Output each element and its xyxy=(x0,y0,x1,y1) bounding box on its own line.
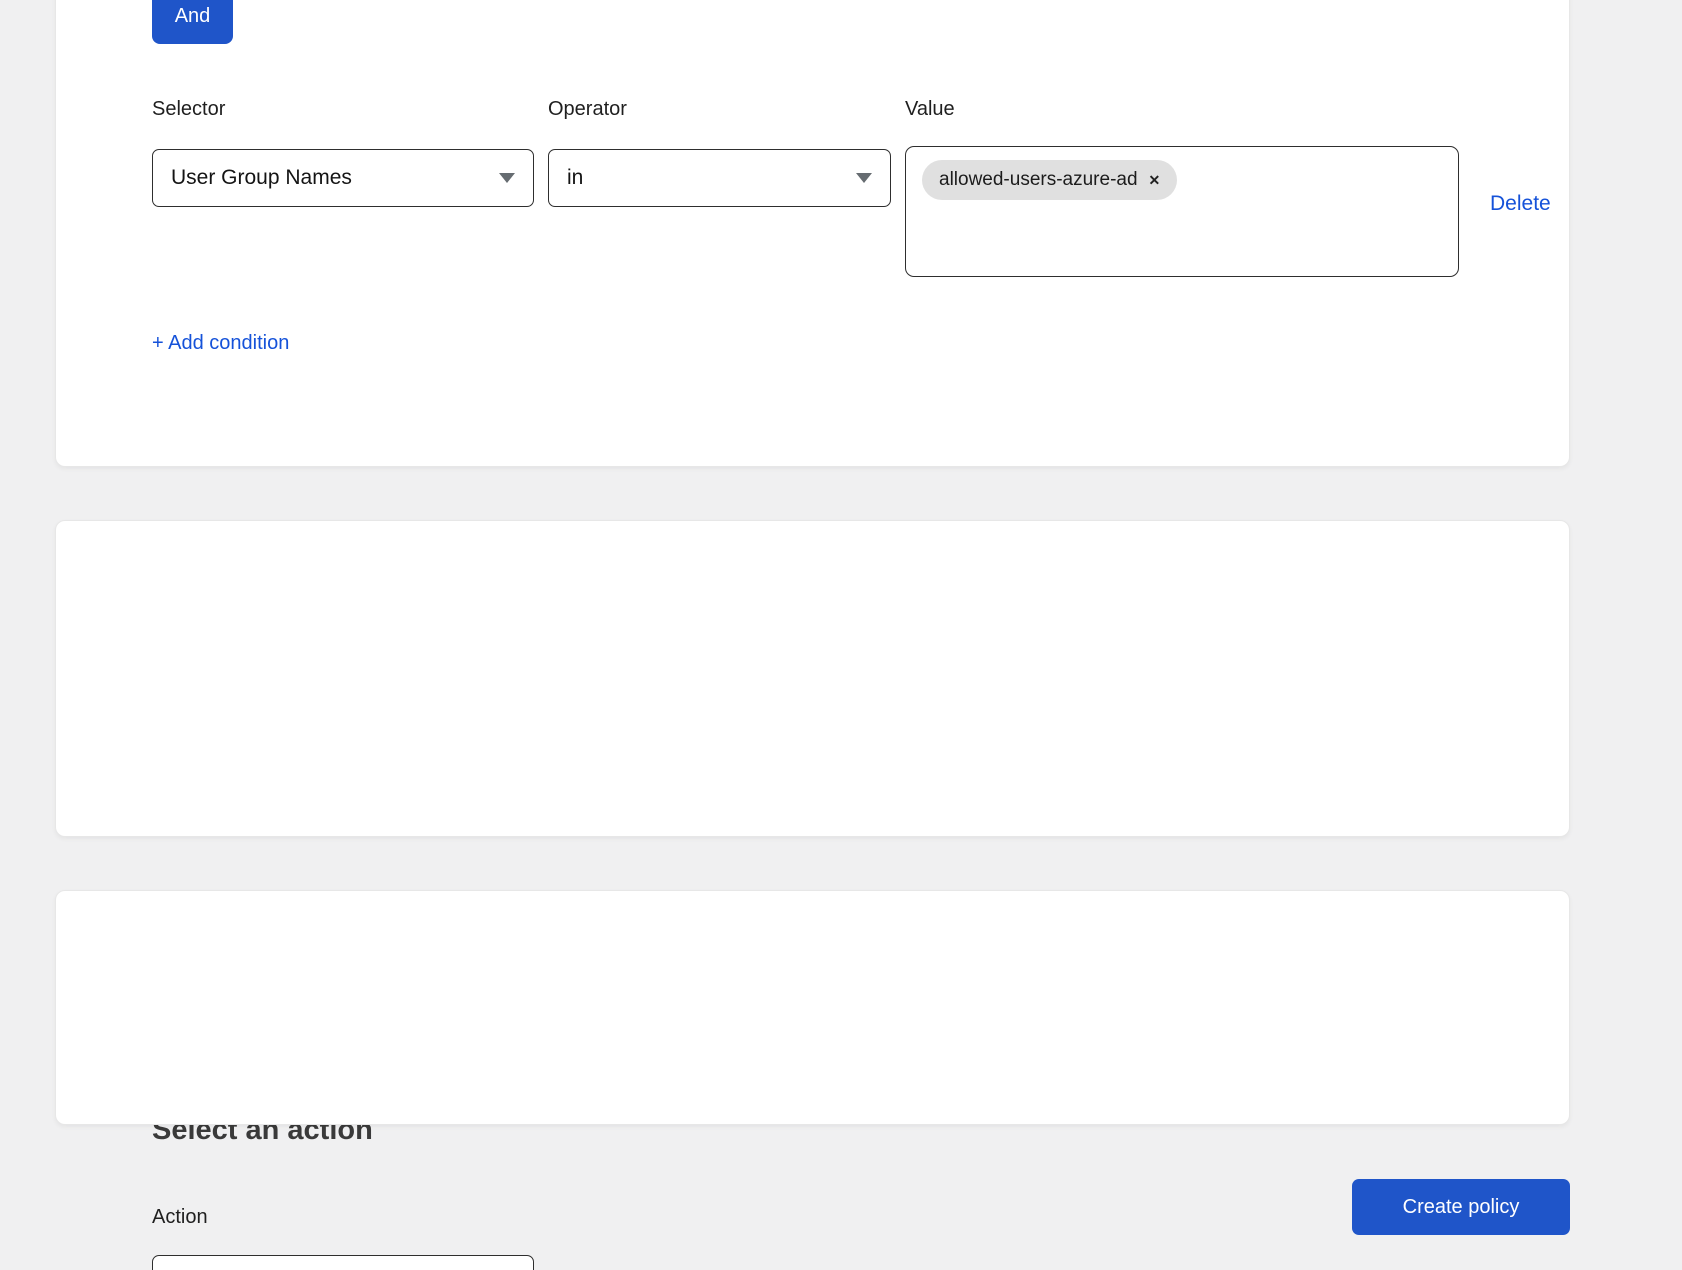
value-label: Value xyxy=(905,97,955,121)
value-multiselect-input[interactable]: allowed-users-azure-ad ✕ xyxy=(905,146,1459,277)
add-condition-link[interactable]: + Add condition xyxy=(152,331,289,355)
selector-dropdown[interactable]: User Group Names xyxy=(152,149,534,207)
action-dropdown[interactable]: Allow xyxy=(152,1255,534,1270)
delete-condition-link[interactable]: Delete xyxy=(1490,191,1551,216)
chevron-down-icon xyxy=(499,173,515,183)
policy-builder-page: And Selector Operator Value User Group N… xyxy=(0,0,1682,1270)
selector-dropdown-value: User Group Names xyxy=(171,166,352,190)
operator-dropdown-value: in xyxy=(567,166,583,190)
and-rule-button[interactable]: And xyxy=(152,0,233,44)
chip-remove-icon[interactable]: ✕ xyxy=(1149,173,1161,187)
operator-label: Operator xyxy=(548,97,627,121)
value-chip-text: allowed-users-azure-ad xyxy=(939,169,1138,191)
chevron-down-icon xyxy=(856,173,872,183)
action-label: Action xyxy=(152,1205,208,1229)
operator-dropdown[interactable]: in xyxy=(548,149,891,207)
condition-card: And Selector Operator Value User Group N… xyxy=(55,0,1570,467)
step3-card: STEP 3 Select an action Action Allow xyxy=(55,520,1570,837)
selector-label: Selector xyxy=(152,97,225,121)
value-chip: allowed-users-azure-ad ✕ xyxy=(922,160,1177,200)
step4-card: STEP 4 Configure policy settings No addi… xyxy=(55,890,1570,1125)
create-policy-button[interactable]: Create policy xyxy=(1352,1179,1570,1235)
